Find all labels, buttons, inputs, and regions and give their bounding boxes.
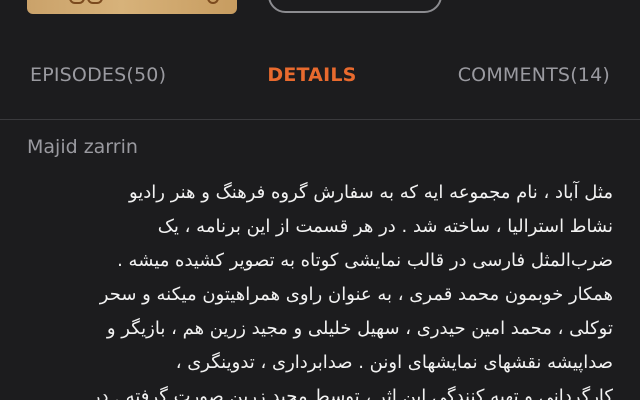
podcast-details-screen: EPISODES(50) DETAILS COMMENTS(14) Majid … <box>0 0 640 400</box>
tab-episodes[interactable]: EPISODES(50) <box>30 64 166 86</box>
cover-decoration-icon <box>207 0 219 4</box>
author-name: Majid zarrin <box>27 136 138 158</box>
podcast-description: مثل آباد ، نام مجموعه ایه که به سفارش گر… <box>91 182 613 400</box>
tab-comments[interactable]: COMMENTS(14) <box>458 64 610 86</box>
tab-bar: EPISODES(50) DETAILS COMMENTS(14) <box>0 50 640 100</box>
tab-details[interactable]: DETAILS <box>267 64 356 86</box>
subscribe-button[interactable] <box>268 0 442 13</box>
cover-decoration-icon <box>69 0 85 4</box>
tab-divider <box>0 119 640 120</box>
podcast-cover-image <box>27 0 237 14</box>
cover-decoration-icon <box>87 0 103 4</box>
